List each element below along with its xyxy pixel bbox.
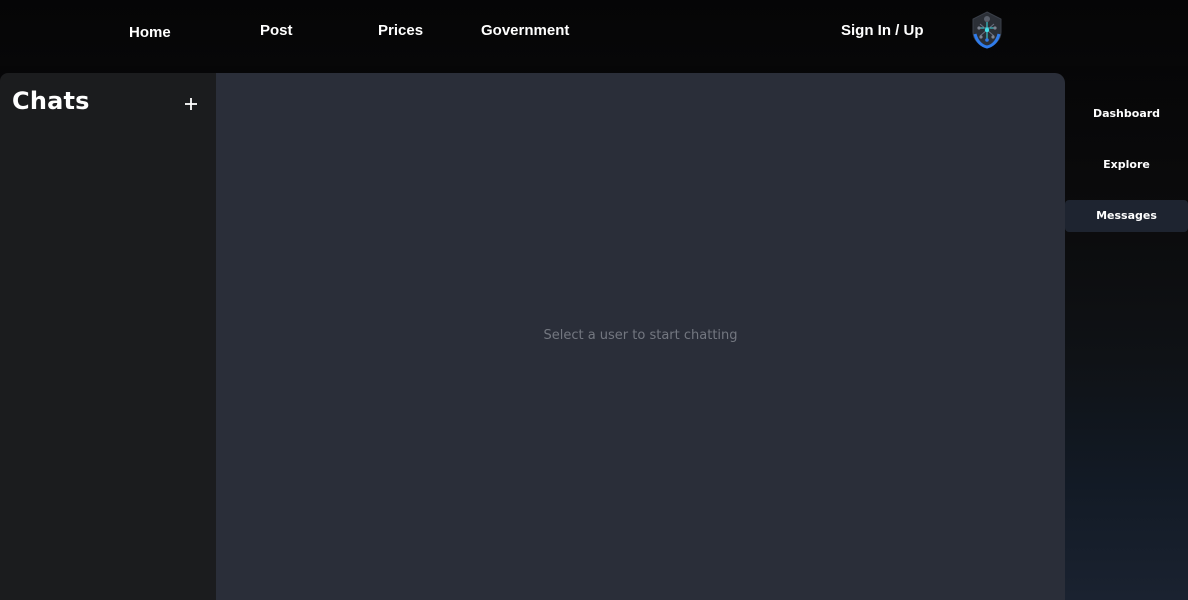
sidebar-item-messages[interactable]: Messages: [1065, 200, 1188, 232]
sidebar-item-dashboard[interactable]: Dashboard: [1065, 98, 1188, 130]
nav-link-post[interactable]: Post: [260, 22, 293, 39]
sign-in-link[interactable]: Sign In / Up: [841, 22, 924, 39]
sidebar-item-explore[interactable]: Explore: [1065, 149, 1188, 181]
chats-title: Chats: [12, 87, 90, 115]
nav-link-home[interactable]: Home: [129, 24, 171, 41]
plus-icon[interactable]: [180, 93, 202, 115]
top-navigation: Home Post Prices Government Sign In / Up: [0, 0, 1188, 66]
chats-sidebar: Chats: [0, 73, 216, 600]
nav-link-prices[interactable]: Prices: [378, 22, 423, 39]
network-shield-logo-icon[interactable]: [968, 10, 1006, 50]
page: Home Post Prices Government Sign In / Up: [0, 0, 1188, 600]
right-sidebar-nav: Dashboard Explore Messages: [1065, 73, 1188, 600]
empty-state-message: Select a user to start chatting: [543, 328, 738, 343]
nav-link-government[interactable]: Government: [481, 22, 569, 39]
chat-conversation-area: Select a user to start chatting: [216, 73, 1065, 600]
